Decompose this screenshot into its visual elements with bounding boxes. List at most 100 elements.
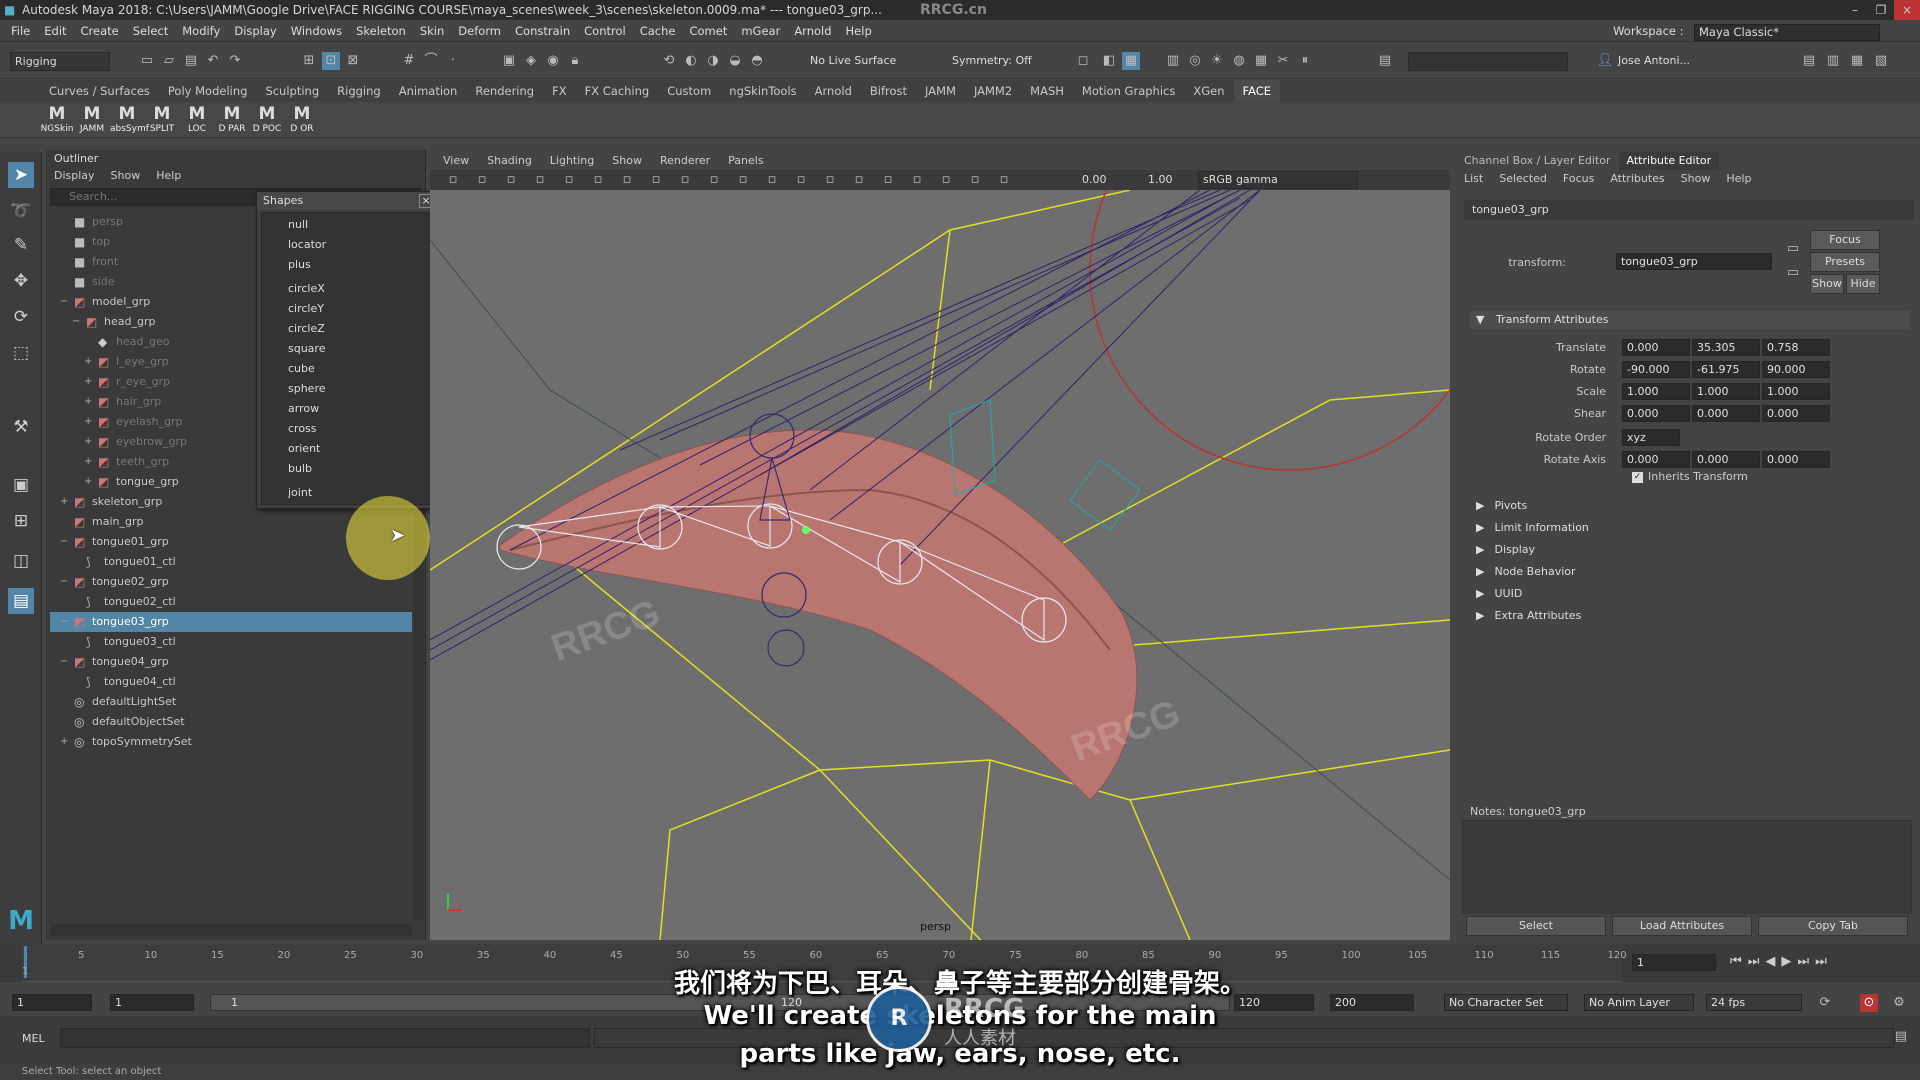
rotate-axis-x-field[interactable]: 0.000 [1622,451,1690,468]
minimize-icon[interactable]: – [1842,0,1868,20]
focus-button[interactable]: Focus [1810,230,1880,250]
shear-x-field[interactable]: 0.000 [1622,405,1690,422]
outliner-hscrollbar[interactable] [50,924,412,936]
channel-tab[interactable]: Attribute Editor [1618,152,1720,170]
xray-icon[interactable]: ◻ [1074,52,1092,70]
shelf-tab[interactable]: Animation [390,80,467,102]
render-settings-icon[interactable]: ◒ [726,52,744,70]
pause-icon[interactable]: ⏸ [1296,52,1314,70]
render-icon[interactable]: ◐ [682,52,700,70]
viewport-3d[interactable]: RRCG RRCG persp [430,190,1450,940]
layout-icon[interactable]: ▦ [1122,52,1140,70]
presets-button[interactable]: Presets [1810,252,1880,272]
shelf-tab[interactable]: JAMM2 [965,80,1021,102]
menu-help[interactable]: Help [839,20,879,42]
shelf-tab[interactable]: Sculpting [256,80,328,102]
menu-skeleton[interactable]: Skeleton [349,20,413,42]
expand-toggle-icon[interactable]: − [60,572,70,592]
rotate-x-field[interactable]: -90.000 [1622,361,1690,378]
shape-item-circleY[interactable]: circleY [262,299,433,319]
safe-action-icon[interactable]: ▫ [821,171,839,189]
far-clip-value[interactable]: 1.00 [1148,173,1173,186]
move-tool-icon[interactable]: ✥ [8,268,34,294]
live-surface-label[interactable]: No Live Surface [810,54,896,67]
outliner-layout-icon[interactable]: ▤ [8,588,34,614]
snap-grid-icon[interactable]: # [400,52,418,70]
user-account[interactable]: Jose Antoni... [1618,54,1690,67]
shape-item-orient[interactable]: orient [262,439,433,459]
transform-name-field[interactable]: tongue03_grp [1616,253,1772,270]
shear-z-field[interactable]: 0.000 [1762,405,1830,422]
outliner-menu-item[interactable]: Show [103,167,149,185]
light-icon[interactable]: ☀ [1208,52,1226,70]
rotate-tool-icon[interactable]: ⟳ [8,304,34,330]
menu-display[interactable]: Display [227,20,283,42]
film-gate-icon[interactable]: ▫ [850,171,868,189]
shape-item-plus[interactable]: plus [262,255,433,275]
menu-cache[interactable]: Cache [633,20,683,42]
expand-toggle-icon[interactable]: + [84,472,94,492]
load-attributes-button[interactable]: Load Attributes [1612,916,1752,936]
scale-tool-icon[interactable]: ⬚ [8,340,34,366]
viewport-menu-item[interactable]: Renderer [651,152,719,170]
menu-mgear[interactable]: mGear [734,20,787,42]
shelf-button[interactable]: M JAMM [75,104,109,134]
snap-surface-icon[interactable]: ◈ [522,52,540,70]
select-hierarchy-icon[interactable]: ⊞ [300,52,318,70]
node-tab[interactable]: tongue03_grp [1464,200,1914,220]
grid-icon[interactable]: ▫ [531,171,549,189]
viewport-menu-item[interactable]: Shading [478,152,541,170]
expand-toggle-icon[interactable]: − [60,612,70,632]
near-clip-value[interactable]: 0.00 [1082,173,1107,186]
image-plane-icon[interactable]: ▫ [502,171,520,189]
tool-settings-toggle-icon[interactable]: ▦ [1848,52,1866,70]
shelf-tab[interactable]: Bifrost [861,80,916,102]
scale-x-field[interactable]: 1.000 [1622,383,1690,400]
rotate-y-field[interactable]: -61.975 [1692,361,1760,378]
rotate-axis-z-field[interactable]: 0.000 [1762,451,1830,468]
viewport-menu-item[interactable]: Show [603,152,651,170]
symmetry-label[interactable]: Symmetry: Off [952,54,1032,67]
shelf-tab[interactable]: ngSkinTools [720,80,805,102]
inherits-checkbox[interactable]: ✓ [1632,472,1643,483]
snap-view-icon[interactable]: ▣ [500,52,518,70]
outliner-item[interactable]: ◎ defaultLightSet [50,692,412,712]
outliner-item[interactable]: ⟆ tongue04_ctl [50,672,412,692]
outliner-item[interactable]: − ◩ tongue04_grp [50,652,412,672]
outliner-menu-item[interactable]: Help [148,167,189,185]
expand-toggle-icon[interactable]: − [60,292,70,312]
history-icon[interactable]: ⟲ [660,52,678,70]
shelf-button[interactable]: MD POC [250,104,284,134]
translate-z-field[interactable]: 0.758 [1762,339,1830,356]
expand-toggle-icon[interactable]: + [84,352,94,372]
menu-deform[interactable]: Deform [451,20,508,42]
outliner-item[interactable]: − ◩ tongue03_grp [50,612,412,632]
viewport-menu-item[interactable]: Lighting [541,152,603,170]
ae-menu-item[interactable]: List [1456,170,1491,188]
transform-attributes-section[interactable]: ▼ Transform Attributes [1470,311,1910,329]
ae-menu-item[interactable]: Attributes [1602,170,1672,188]
smooth-shade-icon[interactable]: ▫ [589,171,607,189]
shelf-button[interactable]: MD OR [285,104,319,134]
expand-toggle-icon[interactable]: + [60,732,70,752]
xray-icon[interactable]: ▫ [734,171,752,189]
display-section[interactable]: ▶ Display [1470,541,1910,559]
shelf-tab[interactable]: Poly Modeling [159,80,257,102]
select-object-icon[interactable]: ⊡ [322,52,340,70]
shelf-tab[interactable]: FX [543,80,576,102]
select-tool-icon[interactable]: ➤ [8,162,34,188]
copy-tab-button[interactable]: Copy Tab [1758,916,1908,936]
texture-icon[interactable]: ▫ [618,171,636,189]
user-icon[interactable]: 👤︎ [1596,52,1614,70]
shadows-icon[interactable]: ▫ [676,171,694,189]
gamma-icon[interactable]: ▫ [995,171,1013,189]
shape-item-null[interactable]: null [262,215,433,235]
redo-icon[interactable]: ↷ [226,52,244,70]
shelf-tab[interactable]: FX Caching [576,80,659,102]
hud-icon[interactable]: ▫ [879,171,897,189]
menu-windows[interactable]: Windows [284,20,349,42]
channel-tab[interactable]: Channel Box / Layer Editor [1456,152,1619,170]
outliner-item[interactable]: ◎ defaultObjectSet [50,712,412,732]
hypershade-icon[interactable]: ◓ [748,52,766,70]
show-button[interactable]: Show [1810,274,1844,294]
